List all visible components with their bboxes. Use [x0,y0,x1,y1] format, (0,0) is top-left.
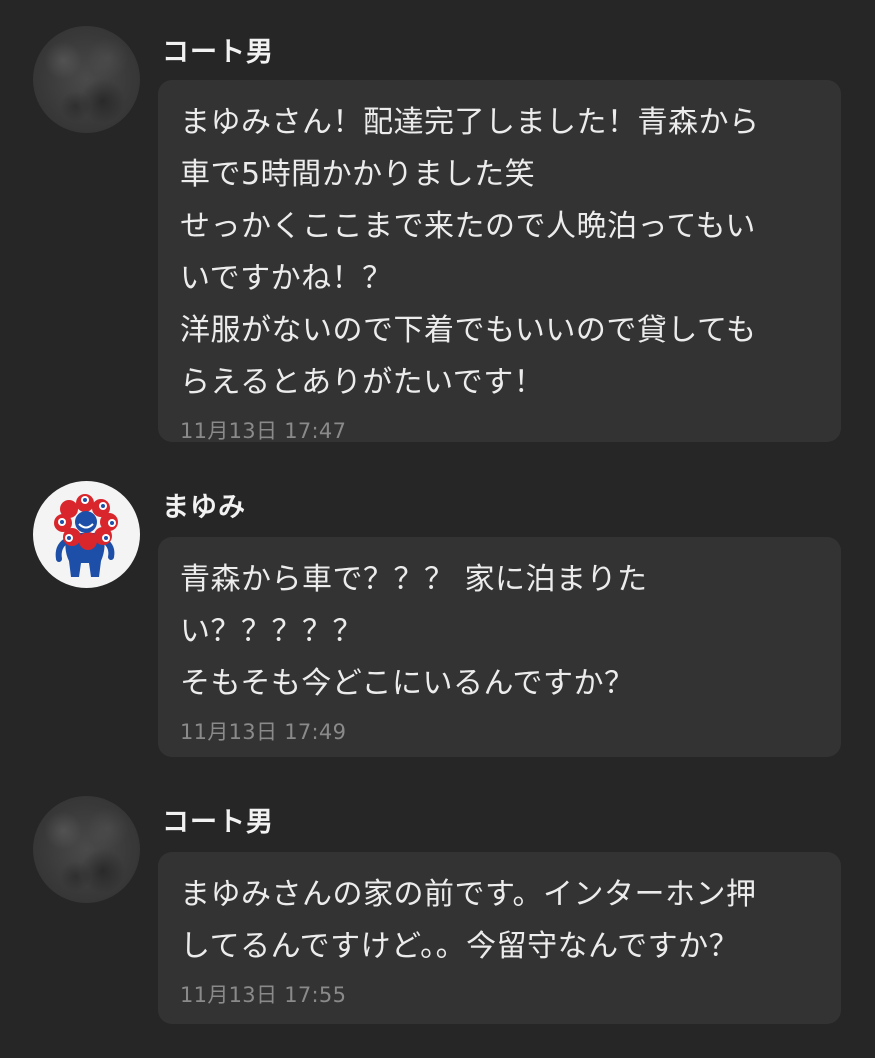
message-bubble[interactable]: まゆみさん！配達完了しました！青森から 車で5時間かかりました笑 せっかくここま… [158,80,841,443]
message-line: せっかくここまで来たので人晩泊ってもい [180,209,756,244]
message-timestamp: 11月13日 17:47 [180,419,347,443]
moon-avatar-icon[interactable] [33,26,140,133]
message-line: 車で5時間かかりました笑 [180,157,536,192]
message-line: 洋服がないので下着でもいいので貸しても [180,313,757,348]
message-timestamp: 11月13日 17:55 [180,983,347,1007]
sender-name: まゆみ [162,492,246,523]
message-line: いですかね！？ [180,261,393,296]
message-line: まゆみさんの家の前です。インターホン押 [180,877,757,912]
sender-name: コート男 [162,807,274,838]
message-timestamp: 11月13日 17:49 [180,720,347,744]
message-line: まゆみさん！配達完了しました！青森から [180,105,760,140]
message-line: い？？？？？ [180,614,363,649]
message-line: してるんですけど。。今留守なんですか？ [180,929,740,964]
sender-name: コート男 [162,37,274,68]
message-line: らえるとありがたいです！ [180,365,545,400]
message-bubble[interactable]: 青森から車で？？？ 家に泊まりた い？？？？？ そもそも今どこにいるんですか？ … [158,537,841,757]
moon-avatar-icon[interactable] [33,796,140,903]
message-line: そもそも今どこにいるんですか？ [180,666,635,701]
message-line: 青森から車で？？？ 家に泊まりた [180,562,648,597]
mascot-avatar-icon[interactable] [33,481,140,588]
message-bubble[interactable]: まゆみさんの家の前です。インターホン押 してるんですけど。。今留守なんですか？ … [158,852,841,1024]
